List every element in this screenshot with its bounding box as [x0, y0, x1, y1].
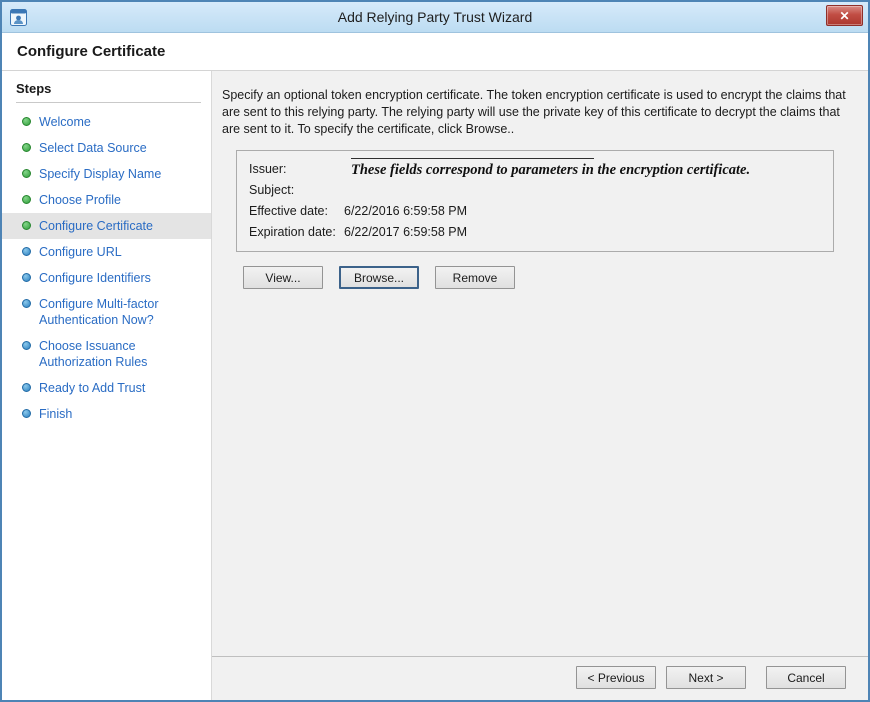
content-area: Steps Welcome Select Data Source Specify D…	[2, 71, 868, 700]
step-pending-bullet-icon	[22, 273, 31, 282]
steps-header: Steps	[16, 81, 201, 103]
field-value	[344, 180, 833, 201]
cancel-button[interactable]: Cancel	[766, 666, 846, 689]
step-label: Configure Certificate	[39, 218, 153, 234]
step-pending-bullet-icon	[22, 247, 31, 256]
description-text: Specify an optional token encryption cer…	[222, 87, 850, 138]
field-label: Issuer:	[249, 159, 344, 180]
step-pending-bullet-icon	[22, 299, 31, 308]
main-panel: Specify an optional token encryption cer…	[212, 71, 868, 700]
step-pending-bullet-icon	[22, 341, 31, 350]
step-done-bullet-icon	[22, 221, 31, 230]
annotation-note: These fields correspond to parameters in…	[351, 158, 823, 179]
certificate-actions: View... Browse... Remove	[243, 266, 850, 289]
step-label: Choose Issuance Authorization Rules	[39, 338, 205, 370]
field-value: 6/22/2016 6:59:58 PM	[344, 201, 833, 222]
field-label: Expiration date:	[249, 222, 344, 243]
steps-list: Welcome Select Data Source Specify Display…	[2, 109, 211, 427]
next-button[interactable]: Next >	[666, 666, 746, 689]
step-label: Configure URL	[39, 244, 122, 260]
page-title: Configure Certificate	[17, 43, 165, 60]
step-item[interactable]: Welcome	[2, 109, 211, 135]
footer-bar: < Previous Next > Cancel	[212, 656, 868, 700]
step-label: Configure Identifiers	[39, 270, 151, 286]
certificate-group: Issuer:Subject:Effective date:6/22/2016 …	[236, 150, 834, 252]
step-item[interactable]: Specify Display Name	[2, 161, 211, 187]
steps-sidebar: Steps Welcome Select Data Source Specify D…	[2, 71, 212, 700]
step-label: Select Data Source	[39, 140, 147, 156]
step-item[interactable]: Configure Identifiers	[2, 265, 211, 291]
step-done-bullet-icon	[22, 169, 31, 178]
main-body: Specify an optional token encryption cer…	[212, 71, 868, 656]
step-pending-bullet-icon	[22, 383, 31, 392]
step-item[interactable]: Select Data Source	[2, 135, 211, 161]
app-icon	[10, 9, 27, 26]
close-icon: ✕	[839, 9, 849, 23]
step-item[interactable]: Choose Profile	[2, 187, 211, 213]
step-item[interactable]: Configure Certificate	[2, 213, 211, 239]
certificate-field-row: Subject:	[249, 180, 833, 201]
step-label: Specify Display Name	[39, 166, 161, 182]
view-button[interactable]: View...	[243, 266, 323, 289]
certificate-field-row: Expiration date:6/22/2017 6:59:58 PM	[249, 222, 833, 243]
page-header: Configure Certificate	[2, 33, 868, 71]
browse-button[interactable]: Browse...	[339, 266, 419, 289]
step-done-bullet-icon	[22, 143, 31, 152]
step-item[interactable]: Configure URL	[2, 239, 211, 265]
step-item[interactable]: Ready to Add Trust	[2, 375, 211, 401]
step-label: Choose Profile	[39, 192, 121, 208]
step-label: Ready to Add Trust	[39, 380, 145, 396]
field-label: Subject:	[249, 180, 344, 201]
step-item[interactable]: Configure Multi-factor Authentication No…	[2, 291, 211, 333]
window-title: Add Relying Party Trust Wizard	[338, 9, 533, 25]
close-button[interactable]: ✕	[826, 5, 863, 26]
step-label: Welcome	[39, 114, 91, 130]
step-label: Finish	[39, 406, 72, 422]
titlebar: Add Relying Party Trust Wizard ✕	[2, 2, 868, 33]
step-label: Configure Multi-factor Authentication No…	[39, 296, 205, 328]
field-value: 6/22/2017 6:59:58 PM	[344, 222, 833, 243]
remove-button[interactable]: Remove	[435, 266, 515, 289]
certificate-field-row: Effective date:6/22/2016 6:59:58 PM	[249, 201, 833, 222]
previous-button[interactable]: < Previous	[576, 666, 656, 689]
step-pending-bullet-icon	[22, 409, 31, 418]
step-item[interactable]: Finish	[2, 401, 211, 427]
step-item[interactable]: Choose Issuance Authorization Rules	[2, 333, 211, 375]
wizard-window: Add Relying Party Trust Wizard ✕ Configu…	[0, 0, 870, 702]
step-done-bullet-icon	[22, 195, 31, 204]
field-label: Effective date:	[249, 201, 344, 222]
step-done-bullet-icon	[22, 117, 31, 126]
